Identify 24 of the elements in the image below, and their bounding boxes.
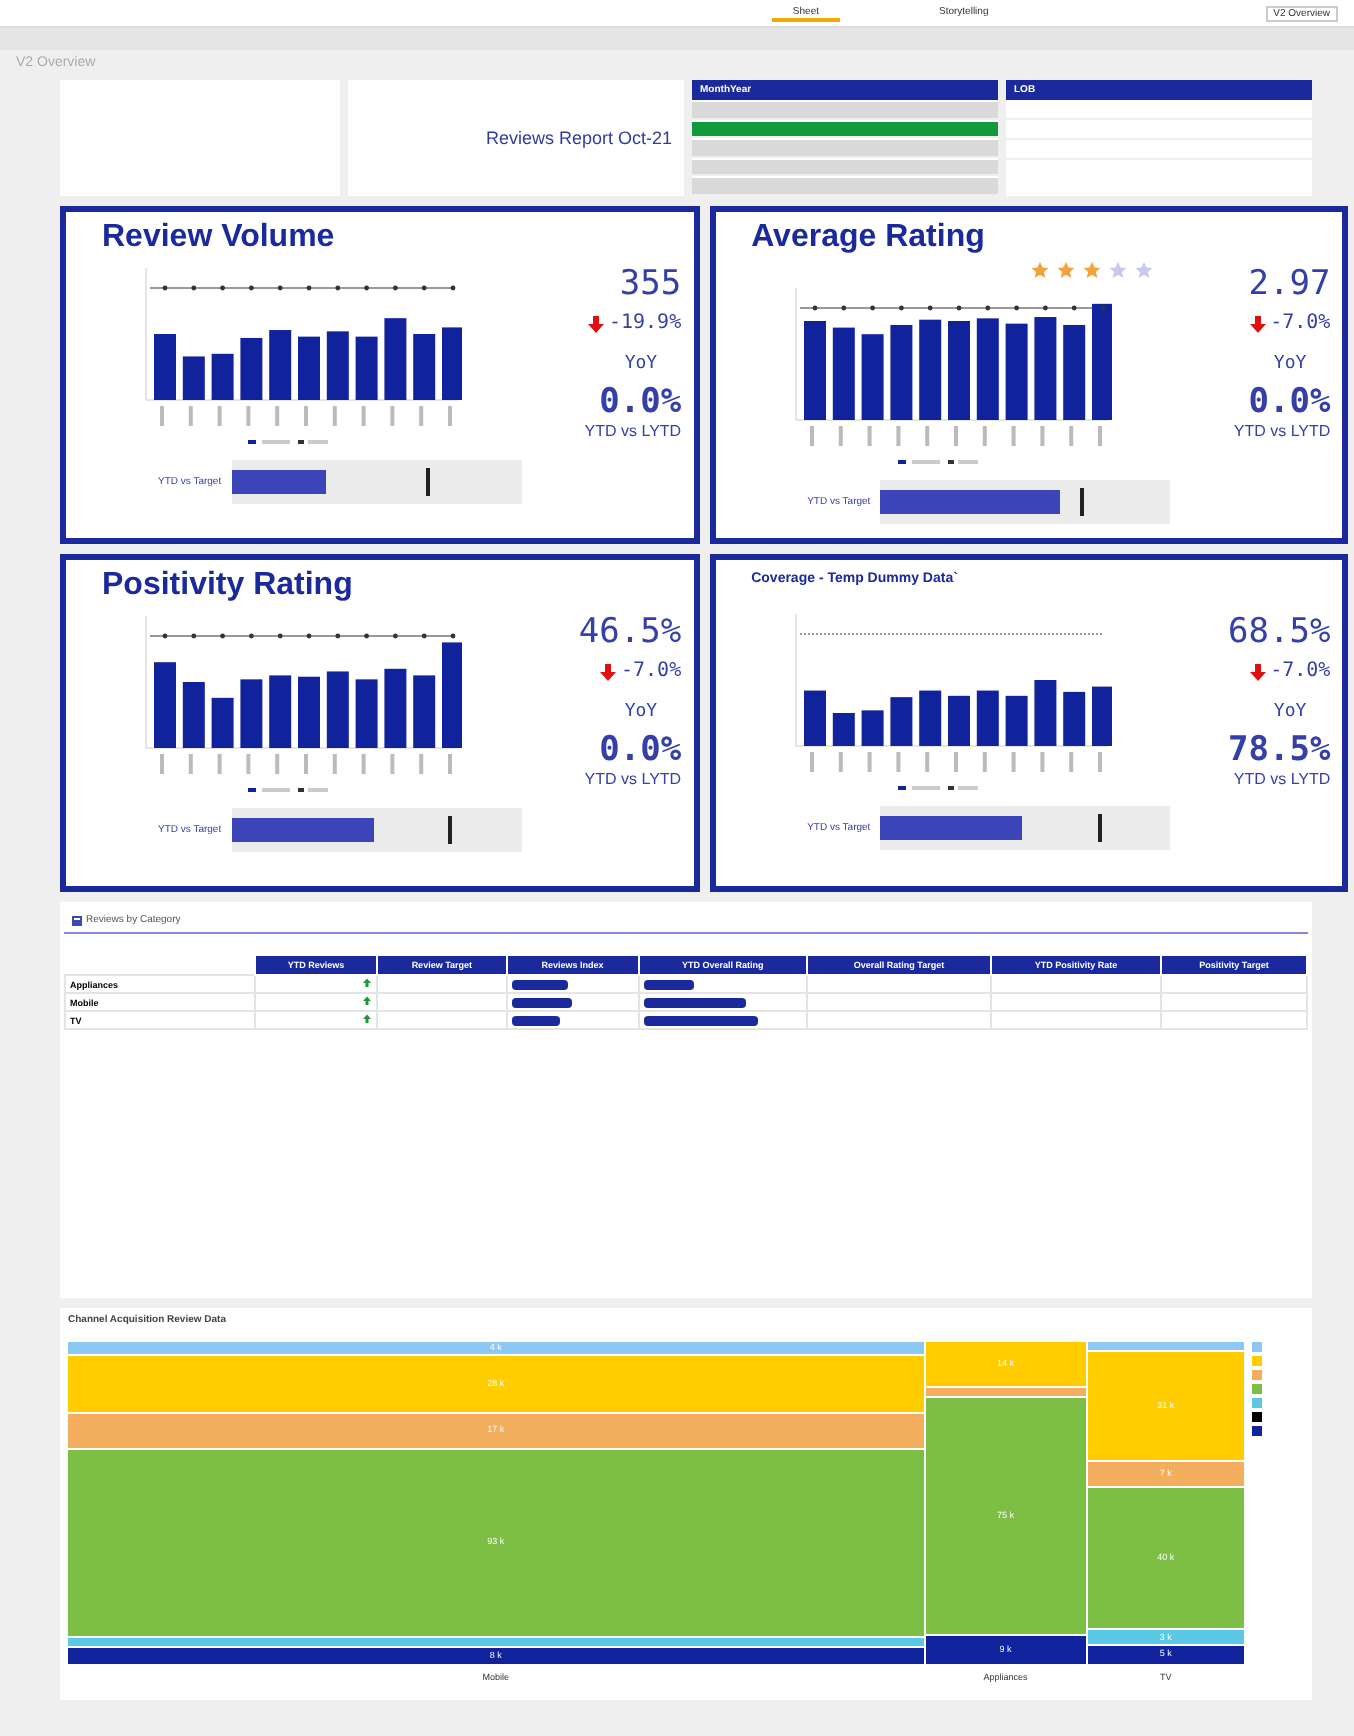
report-title: Reviews Report Oct-21 <box>485 128 672 148</box>
ytd-label: YTD vs LYTD <box>1233 422 1331 440</box>
ytd-label: YTD vs LYTD <box>584 770 682 788</box>
ytd-label: YTD vs LYTD <box>1233 770 1331 788</box>
kpi-value: 355 <box>619 264 682 304</box>
card-title: Review Volume <box>102 220 335 256</box>
ytd-value: 0.0% <box>599 730 682 770</box>
change-value: -7.0% <box>1270 312 1331 334</box>
card-title: Positivity Rating <box>102 568 353 604</box>
change-label: YoY <box>624 702 658 722</box>
change-value: -7.0% <box>1270 660 1331 682</box>
kpi-value: 2.97 <box>1248 264 1331 304</box>
ytd-value: 0.0% <box>599 382 682 422</box>
change-value: -7.0% <box>620 660 682 682</box>
change-label: YoY <box>624 354 658 374</box>
card-title: Average Rating <box>751 220 985 256</box>
change-label: YoY <box>1273 354 1307 374</box>
change-label: YoY <box>1273 702 1307 722</box>
kpi-value: 46.5% <box>578 612 682 652</box>
ytd-value: 0.0% <box>1248 382 1331 422</box>
kpi-value: 68.5% <box>1228 612 1331 652</box>
ytd-label: YTD vs LYTD <box>584 422 682 440</box>
ytd-value: 78.5% <box>1228 730 1331 770</box>
change-value: -19.9% <box>608 312 682 334</box>
